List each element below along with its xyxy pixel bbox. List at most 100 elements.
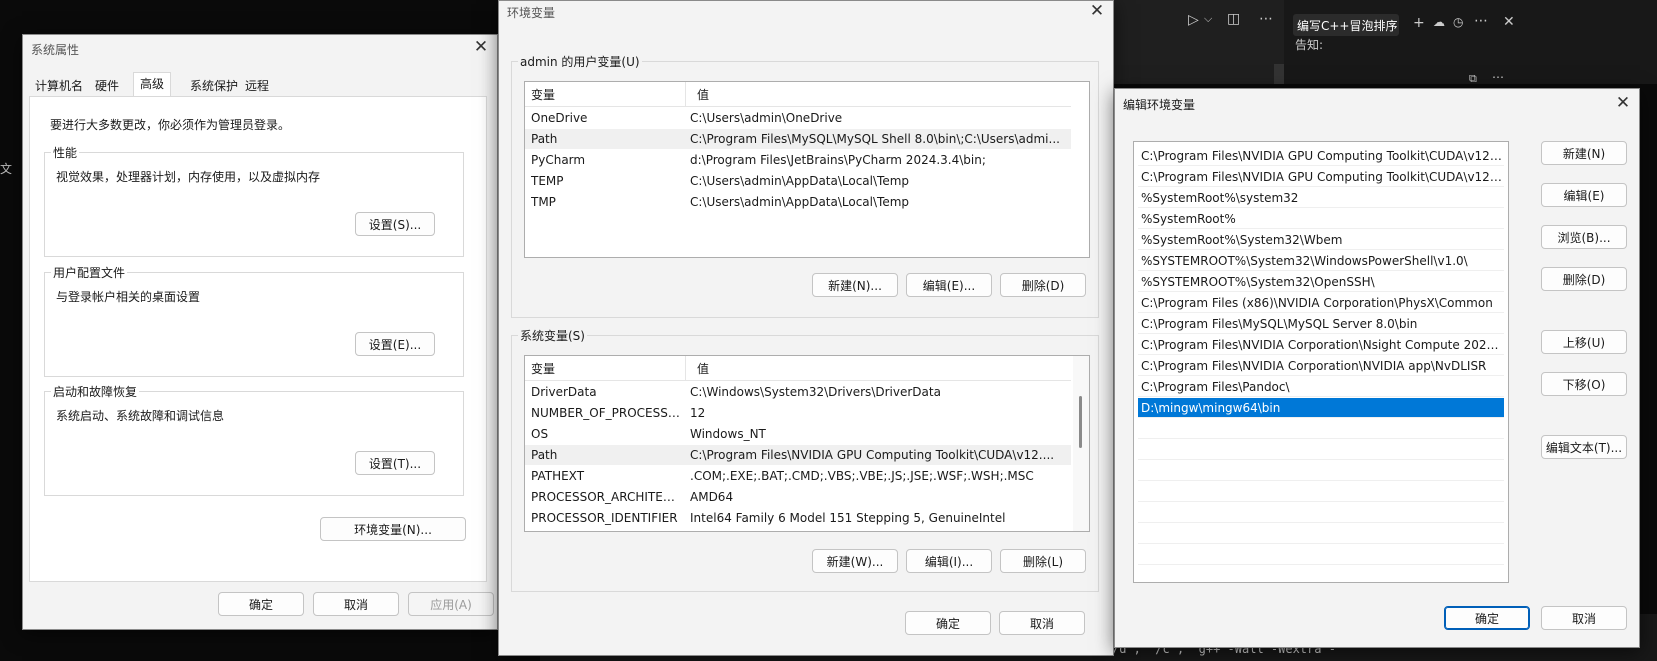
path-entry[interactable]: C:\Program Files\NVIDIA Corporation\Nsig… xyxy=(1138,335,1504,355)
column-divider[interactable] xyxy=(685,82,686,106)
table-row[interactable]: PATHEXT .COM;.EXE;.BAT;.CMD;.VBS;.VBE;.JS… xyxy=(525,466,1071,486)
table-row[interactable]: OS Windows_NT xyxy=(525,424,1071,444)
column-divider[interactable] xyxy=(685,356,686,380)
user-delete-button[interactable]: 删除(D) xyxy=(1000,273,1086,297)
table-header: 变量 值 xyxy=(525,356,1071,381)
edit-button[interactable]: 编辑(E) xyxy=(1541,183,1627,207)
table-row[interactable]: OneDrive C:\Users\admin\OneDrive xyxy=(525,108,1071,128)
path-entry[interactable]: C:\Program Files (x86)\NVIDIA Corporatio… xyxy=(1138,293,1504,313)
close-icon[interactable]: ✕ xyxy=(471,37,491,57)
path-entry-empty[interactable] xyxy=(1138,461,1504,481)
row-name: OneDrive xyxy=(531,111,588,125)
table-row[interactable]: PROCESSOR_IDENTIFIER Intel64 Family 6 Mod… xyxy=(525,508,1071,528)
path-entry-empty[interactable] xyxy=(1138,419,1504,439)
vertical-scrollbar[interactable] xyxy=(1073,356,1089,531)
row-value: d:\Program Files\JetBrains\PyCharm 2024.… xyxy=(690,153,986,167)
table-row[interactable]: TMP C:\Users\admin\AppData\Local\Temp xyxy=(525,192,1071,212)
path-entry[interactable]: C:\Program Files\Pandoc\ xyxy=(1138,377,1504,397)
system-new-button[interactable]: 新建(W)... xyxy=(812,549,898,573)
close-icon[interactable]: ✕ xyxy=(1087,1,1107,21)
table-row[interactable]: PyCharm d:\Program Files\JetBrains\PyChar… xyxy=(525,150,1071,170)
run-icon[interactable]: ▷ xyxy=(1188,12,1199,28)
delete-button[interactable]: 删除(D) xyxy=(1541,267,1627,291)
row-name: NUMBER_OF_PROCESSORS xyxy=(531,406,681,420)
copy-icon[interactable]: ⧉ xyxy=(1469,72,1477,86)
more-icon-2[interactable]: ⋯ xyxy=(1492,70,1504,84)
table-row[interactable]: TEMP C:\Users\admin\AppData\Local\Temp xyxy=(525,171,1071,191)
environment-variables-button[interactable]: 环境变量(N)... xyxy=(320,517,466,541)
user-edit-button[interactable]: 编辑(E)... xyxy=(906,273,992,297)
row-name: PATHEXT xyxy=(531,469,585,483)
close-panel-icon[interactable]: ✕ xyxy=(1503,14,1515,30)
path-entry[interactable]: C:\Program Files\NVIDIA GPU Computing To… xyxy=(1138,167,1504,187)
new-button[interactable]: 新建(N) xyxy=(1541,141,1627,165)
apply-button[interactable]: 应用(A) xyxy=(408,592,494,616)
run-dropdown-icon[interactable]: ⌵ xyxy=(1204,12,1212,26)
ide-scroll-thumb xyxy=(1274,64,1284,84)
cancel-button[interactable]: 取消 xyxy=(999,611,1085,635)
table-row[interactable]: Path C:\Program Files\NVIDIA GPU Computin… xyxy=(525,445,1071,465)
header-value[interactable]: 值 xyxy=(697,360,709,377)
user-variables-table[interactable]: 变量 值 OneDrive C:\Users\admin\OneDrive Pat… xyxy=(524,81,1090,258)
table-row[interactable]: Path C:\Program Files\MySQL\MySQL Shell 8… xyxy=(525,129,1071,149)
environment-variables-window: 环境变量 ✕ admin 的用户变量(U) 变量 值 OneDrive C:\Us… xyxy=(498,0,1114,656)
path-entry[interactable]: %SystemRoot%\system32 xyxy=(1138,188,1504,208)
more-actions-icon[interactable]: ⋯ xyxy=(1259,11,1273,27)
edit-text-button[interactable]: 编辑文本(T)... xyxy=(1541,435,1627,459)
path-entry[interactable]: D:\mingw\mingw64\bin xyxy=(1138,398,1504,418)
cloud-icon[interactable]: ☁ xyxy=(1433,15,1445,29)
tab-system-protection[interactable]: 系统保护 xyxy=(184,75,244,97)
cancel-button[interactable]: 取消 xyxy=(313,592,399,616)
row-name: Path xyxy=(531,448,558,462)
system-edit-button[interactable]: 编辑(I)... xyxy=(906,549,992,573)
tab-advanced[interactable]: 高级 xyxy=(133,72,172,99)
system-delete-button[interactable]: 删除(L) xyxy=(1000,549,1086,573)
ok-button[interactable]: 确定 xyxy=(218,592,304,616)
path-entry-empty[interactable] xyxy=(1138,545,1504,565)
path-list[interactable]: C:\Program Files\NVIDIA GPU Computing To… xyxy=(1133,141,1509,583)
performance-group: 性能 视觉效果，处理器计划，内存使用，以及虚拟内存 设置(S)... xyxy=(44,144,464,257)
tab-hardware[interactable]: 硬件 xyxy=(89,75,125,97)
split-editor-icon[interactable]: ◫ xyxy=(1227,11,1240,27)
move-down-button[interactable]: 下移(O) xyxy=(1541,372,1627,396)
header-variable[interactable]: 变量 xyxy=(531,360,555,377)
ide-chat-tab[interactable]: 编写C++冒泡排序看 xyxy=(1293,14,1399,36)
ok-button[interactable]: 确定 xyxy=(905,611,991,635)
browse-button[interactable]: 浏览(B)... xyxy=(1541,225,1627,249)
close-icon[interactable]: ✕ xyxy=(1613,93,1633,113)
tab-computer-name[interactable]: 计算机名 xyxy=(29,75,89,97)
path-entry[interactable]: %SystemRoot% xyxy=(1138,209,1504,229)
header-value[interactable]: 值 xyxy=(697,86,709,103)
path-entry-empty[interactable] xyxy=(1138,524,1504,544)
move-up-button[interactable]: 上移(U) xyxy=(1541,330,1627,354)
system-variables-table[interactable]: 变量 值 DriverData C:\Windows\System32\Drive… xyxy=(524,355,1090,532)
user-profile-settings-button[interactable]: 设置(E)... xyxy=(355,332,435,356)
path-entry[interactable]: C:\Program Files\NVIDIA Corporation\NVID… xyxy=(1138,356,1504,376)
ok-button[interactable]: 确定 xyxy=(1444,606,1530,630)
row-name: PROCESSOR_ARCHITECT... xyxy=(531,490,681,504)
row-name: DriverData xyxy=(531,385,597,399)
history-icon[interactable]: ◷ xyxy=(1453,15,1463,29)
header-variable[interactable]: 变量 xyxy=(531,86,555,103)
table-row[interactable]: NUMBER_OF_PROCESSORS 12 xyxy=(525,403,1071,423)
path-entry[interactable]: %SYSTEMROOT%\System32\OpenSSH\ xyxy=(1138,272,1504,292)
path-entry-empty[interactable] xyxy=(1138,440,1504,460)
path-entry[interactable]: %SystemRoot%\System32\Wbem xyxy=(1138,230,1504,250)
startup-recovery-settings-button[interactable]: 设置(T)... xyxy=(355,451,435,475)
path-entry-empty[interactable] xyxy=(1138,482,1504,502)
user-new-button[interactable]: 新建(N)... xyxy=(812,273,898,297)
scroll-thumb[interactable] xyxy=(1079,396,1082,448)
table-row[interactable]: PROCESSOR_ARCHITECT... AMD64 xyxy=(525,487,1071,507)
path-entry[interactable]: %SYSTEMROOT%\System32\WindowsPowerShell\… xyxy=(1138,251,1504,271)
more-icon[interactable]: ⋯ xyxy=(1474,13,1488,29)
table-row[interactable]: DriverData C:\Windows\System32\Drivers\Dr… xyxy=(525,382,1071,402)
cancel-button[interactable]: 取消 xyxy=(1541,606,1627,630)
path-entry[interactable]: C:\Program Files\MySQL\MySQL Server 8.0\… xyxy=(1138,314,1504,334)
path-entry-empty[interactable] xyxy=(1138,566,1504,582)
path-entry[interactable]: C:\Program Files\NVIDIA GPU Computing To… xyxy=(1138,146,1504,166)
path-entry-empty[interactable] xyxy=(1138,503,1504,523)
new-chat-icon[interactable]: + xyxy=(1413,15,1425,31)
user-profile-label: 用户配置文件 xyxy=(51,264,128,281)
performance-settings-button[interactable]: 设置(S)... xyxy=(355,212,435,236)
tab-remote[interactable]: 远程 xyxy=(239,75,275,97)
